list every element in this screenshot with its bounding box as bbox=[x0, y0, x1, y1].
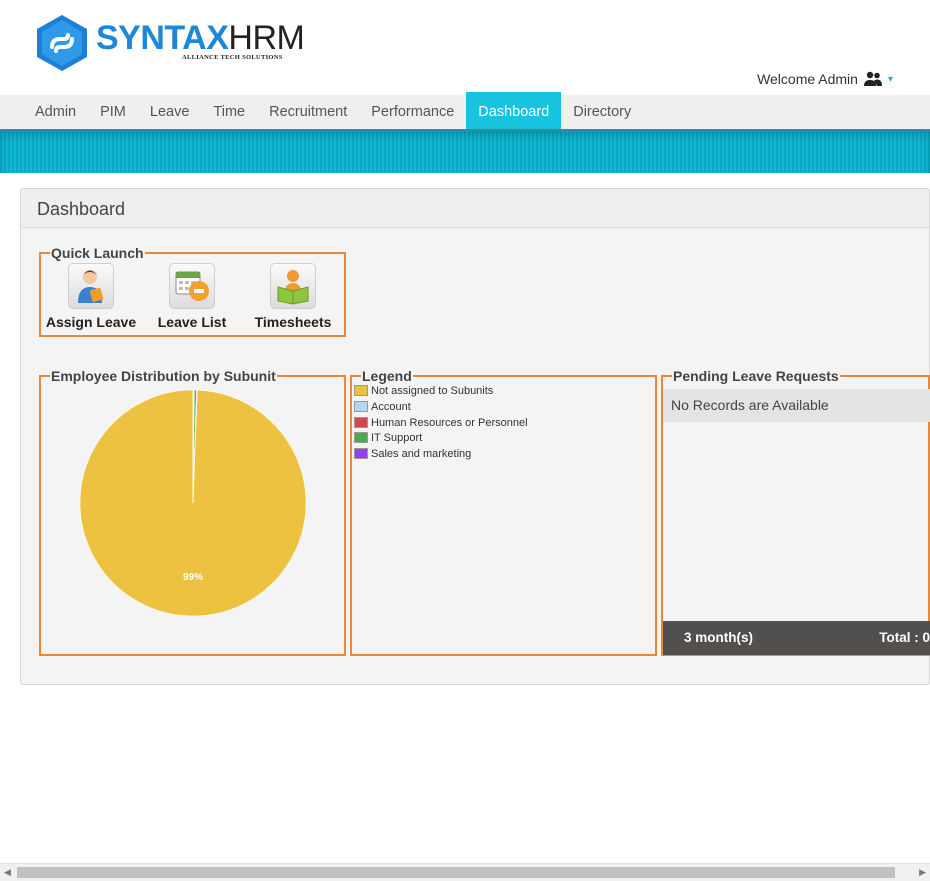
distribution-legend: Employee Distribution by Subunit bbox=[51, 368, 276, 384]
logo-hrm: HRM bbox=[228, 19, 305, 57]
menu-item-recruitment[interactable]: Recruitment bbox=[257, 95, 359, 129]
legend-item: Sales and marketing bbox=[354, 446, 471, 461]
legend-label: Human Resources or Personnel bbox=[371, 416, 528, 429]
menu-item-performance[interactable]: Performance bbox=[359, 95, 466, 129]
pie-data-label: 99% bbox=[183, 572, 203, 583]
menu-underbar bbox=[0, 131, 930, 173]
legend-swatch bbox=[354, 448, 368, 459]
welcome-menu[interactable]: Welcome Admin ▾ bbox=[757, 71, 893, 87]
legend-label: Sales and marketing bbox=[371, 447, 472, 460]
distribution-pie-chart: 99% bbox=[79, 389, 307, 617]
logo-syntax: SYNTAX bbox=[96, 19, 229, 57]
menu-item-pim[interactable]: PIM bbox=[88, 95, 138, 129]
menu-item-directory[interactable]: Directory bbox=[561, 95, 643, 129]
users-icon bbox=[863, 71, 882, 86]
menu-item-leave[interactable]: Leave bbox=[138, 95, 202, 129]
menu-item-time[interactable]: Time bbox=[201, 95, 257, 129]
scrollbar-thumb[interactable] bbox=[17, 867, 895, 878]
employee-distribution: Employee Distribution by Subunit 99% bbox=[39, 369, 346, 656]
main-menu: Admin PIM Leave Time Recruitment Perform… bbox=[0, 92, 930, 131]
timesheets-label: Timesheets bbox=[254, 314, 332, 330]
timesheets-icon bbox=[270, 263, 316, 309]
legend-swatch bbox=[354, 385, 368, 396]
legend-item: IT Support bbox=[354, 430, 422, 445]
dashboard-panel: Dashboard Quick Launch Assign Leave Leav… bbox=[20, 188, 930, 685]
pending-footer: 3 month(s) Total : 0 bbox=[663, 621, 930, 655]
header: SYNTAXHRM ALLIANCE TECH SOLUTIONS Welcom… bbox=[0, 0, 930, 95]
page-title: Dashboard bbox=[37, 199, 126, 219]
legend-swatch bbox=[354, 401, 368, 412]
menu-item-dashboard[interactable]: Dashboard bbox=[466, 92, 562, 129]
no-records-row: No Records are Available bbox=[663, 389, 930, 422]
pending-legend: Pending Leave Requests bbox=[673, 368, 839, 384]
panel-header bbox=[21, 189, 929, 228]
assign-leave-button[interactable]: Assign Leave bbox=[41, 263, 141, 330]
logo-tagline: ALLIANCE TECH SOLUTIONS bbox=[182, 54, 283, 61]
leave-list-button[interactable]: Leave List bbox=[142, 263, 242, 330]
timesheets-button[interactable]: Timesheets bbox=[243, 263, 343, 330]
legend-panel: Legend Not assigned to Subunits Account … bbox=[350, 369, 657, 656]
legend-item: Human Resources or Personnel bbox=[354, 415, 528, 430]
logo-hexagon-icon bbox=[37, 15, 87, 71]
leave-list-icon bbox=[169, 263, 215, 309]
legend-item: Account bbox=[354, 399, 411, 414]
legend-label: Not assigned to Subunits bbox=[371, 384, 494, 397]
legend-swatch bbox=[354, 432, 368, 443]
quick-launch-legend: Quick Launch bbox=[51, 245, 144, 261]
chevron-down-icon: ▾ bbox=[887, 73, 893, 85]
logo-text: SYNTAXHRM bbox=[96, 19, 305, 57]
period-label: 3 month(s) bbox=[684, 630, 753, 645]
syntaxhrm-logo[interactable]: SYNTAXHRM ALLIANCE TECH SOLUTIONS bbox=[36, 14, 306, 72]
legend-title: Legend bbox=[362, 368, 412, 384]
menu-item-admin[interactable]: Admin bbox=[23, 95, 88, 129]
scroll-left-icon[interactable]: ◀ bbox=[4, 867, 11, 878]
legend-swatch bbox=[354, 417, 368, 428]
quick-launch: Quick Launch Assign Leave Leave List Tim… bbox=[39, 246, 346, 337]
assign-leave-label: Assign Leave bbox=[45, 314, 137, 330]
pending-leave-requests: Pending Leave Requests No Records are Av… bbox=[661, 369, 930, 656]
legend-label: IT Support bbox=[371, 431, 423, 444]
welcome-text: Welcome Admin bbox=[757, 71, 858, 87]
legend-label: Account bbox=[371, 400, 411, 413]
horizontal-scrollbar[interactable]: ◀ ▶ bbox=[0, 863, 930, 881]
total-label: Total : 0 bbox=[879, 630, 930, 645]
assign-leave-icon bbox=[68, 263, 114, 309]
scroll-right-icon[interactable]: ▶ bbox=[919, 867, 926, 878]
leave-list-label: Leave List bbox=[157, 314, 227, 330]
legend-item: Not assigned to Subunits bbox=[354, 383, 493, 398]
